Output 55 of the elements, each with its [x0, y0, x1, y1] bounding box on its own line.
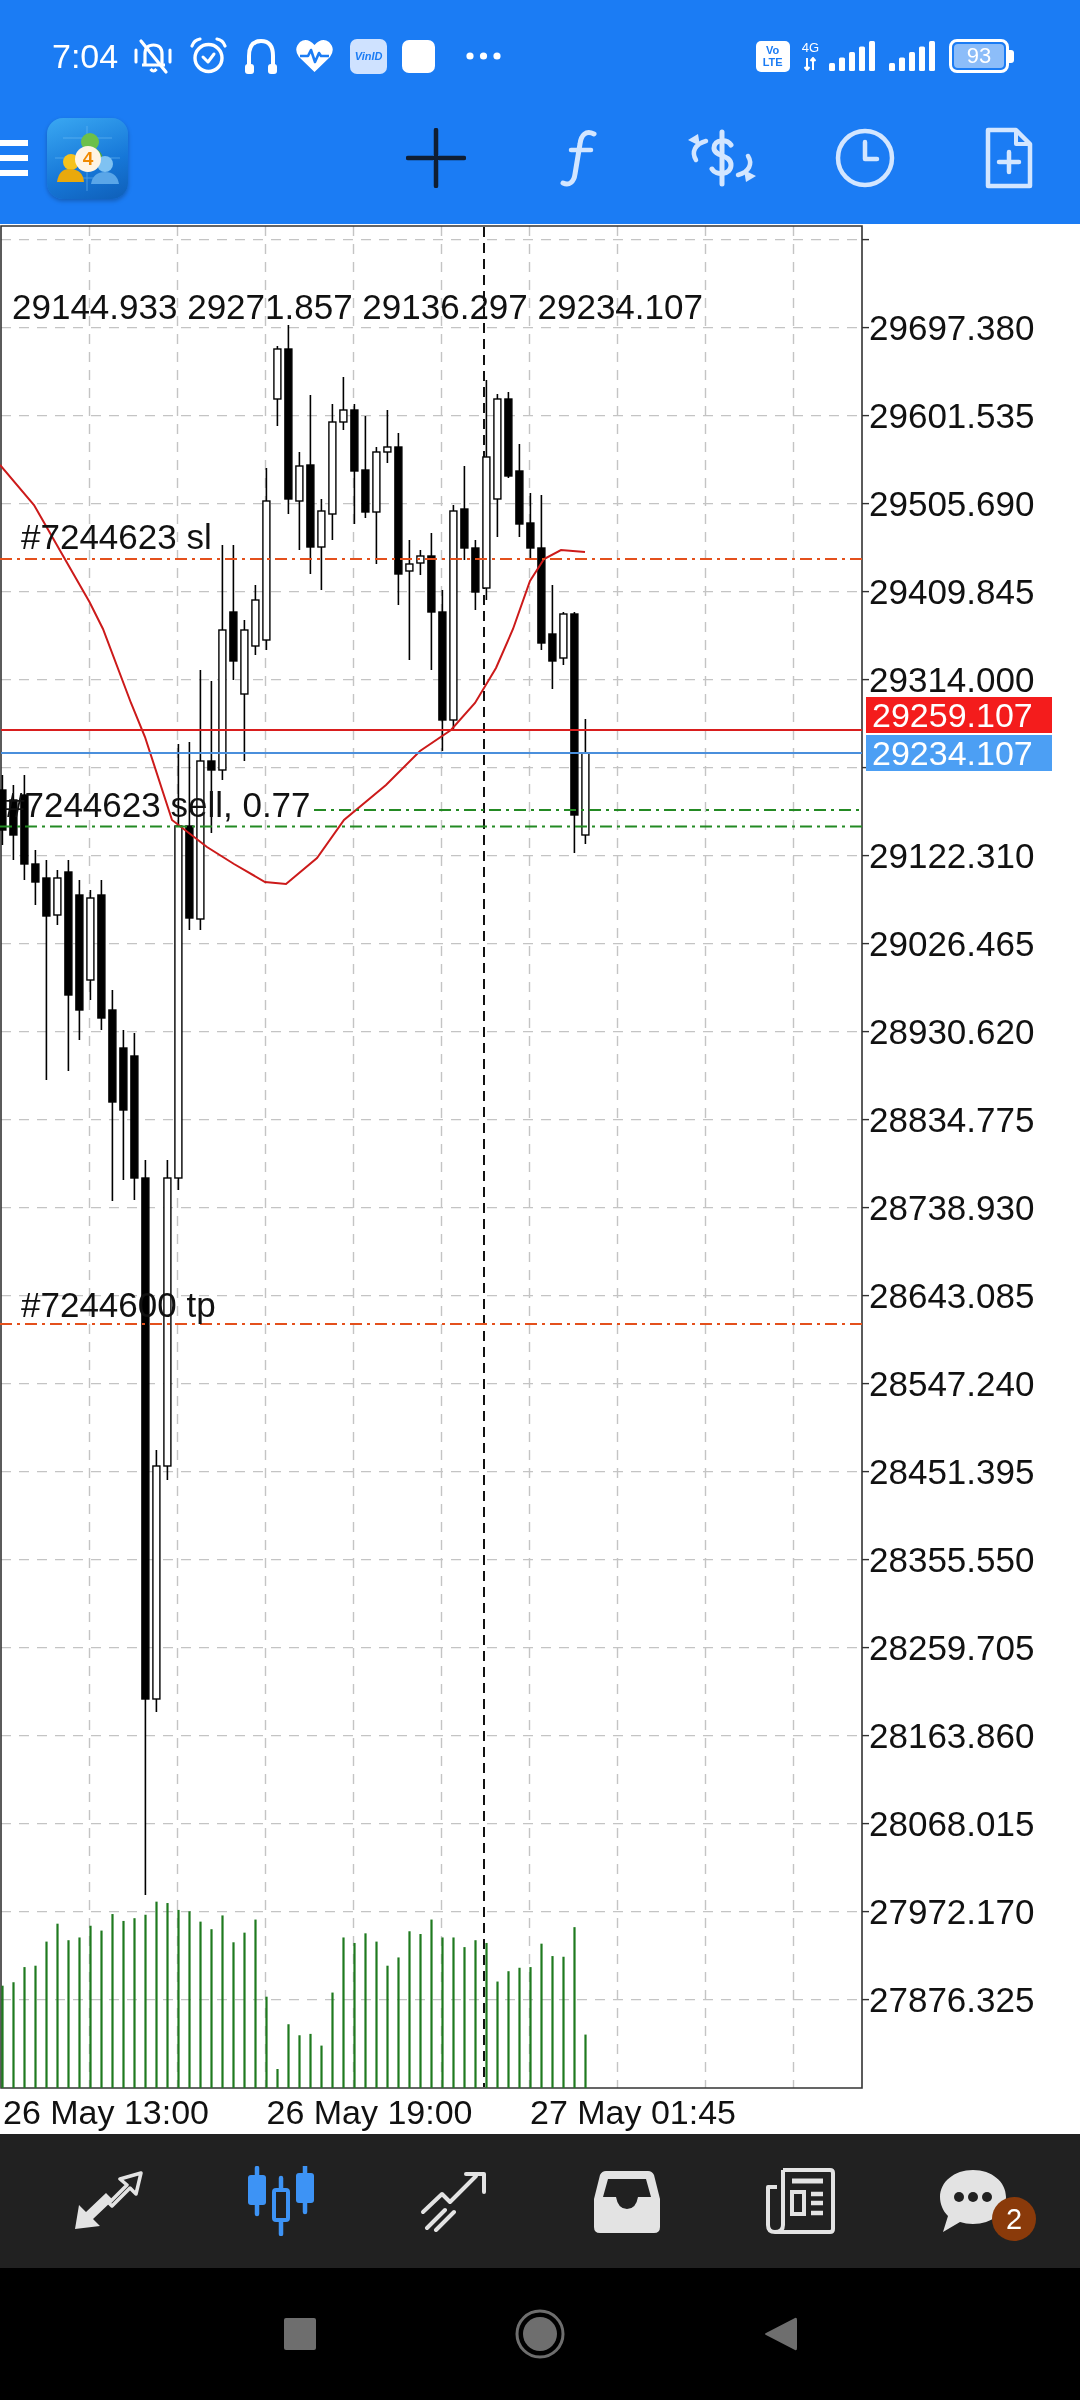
heart-pulse-icon [294, 38, 336, 74]
diagonal-arrows-icon[interactable] [72, 2171, 143, 2231]
candlestick-icon[interactable] [245, 2166, 316, 2236]
function-icon[interactable] [560, 128, 598, 188]
price-label: 28163.860 [869, 1715, 1035, 1756]
network-type-label: 4G [801, 41, 819, 55]
price-label: 29697.380 [869, 307, 1035, 348]
square-app-icon [402, 39, 436, 73]
status-time: 7:04 [52, 36, 119, 76]
dollar-exchange-icon[interactable] [686, 128, 758, 188]
time-label: 26 May 13:00 [3, 2092, 210, 2132]
price-label: 29314.000 [869, 659, 1035, 700]
price-label: 27972.170 [869, 1891, 1035, 1932]
muted-bell-icon [133, 36, 175, 76]
price-label: 29026.465 [869, 923, 1035, 964]
price-label: 28451.395 [869, 1451, 1035, 1492]
file-plus-icon[interactable] [983, 127, 1033, 189]
price-label: 28068.015 [869, 1803, 1035, 1844]
battery-indicator: 93 [949, 39, 1014, 73]
app-notification-logo: VinID [350, 38, 388, 74]
back-icon[interactable] [763, 2316, 797, 2352]
app-logo[interactable]: 4 [47, 117, 128, 199]
signal-strength-icon [889, 41, 937, 71]
price-label: 29505.690 [869, 483, 1035, 524]
signal-strength-icon [829, 41, 877, 71]
price-label: 28547.240 [869, 1363, 1035, 1404]
clock-icon[interactable] [835, 128, 895, 188]
ask-price-badge: 29259.107 [866, 697, 1052, 733]
price-label: 28738.930 [869, 1187, 1035, 1228]
price-label: 29601.535 [869, 395, 1035, 436]
alarm-clock-icon [189, 36, 229, 76]
price-label: 28834.775 [869, 1099, 1035, 1140]
price-label: 28259.705 [869, 1627, 1035, 1668]
ohlc-readout: 29144.933 29271.857 29136.297 29234.107 [12, 287, 703, 327]
data-arrows-icon [804, 57, 817, 71]
unread-count-badge: 2 [992, 2197, 1036, 2241]
menu-icon[interactable] [0, 140, 28, 176]
volte-badge: Vo LTE [755, 40, 790, 72]
price-label: 29122.310 [869, 835, 1035, 876]
price-label: 29409.845 [869, 571, 1035, 612]
headset-icon [243, 36, 280, 76]
crosshair-icon[interactable] [406, 128, 466, 188]
home-icon[interactable] [515, 2309, 565, 2359]
trend-lines-icon[interactable] [419, 2170, 488, 2232]
more-dots-icon [466, 52, 502, 60]
price-label: 27876.325 [869, 1979, 1035, 2020]
time-label: 26 May 19:00 [266, 2092, 473, 2132]
bid-price-badge: 29234.107 [866, 735, 1052, 771]
price-label: 28355.550 [869, 1539, 1035, 1580]
newspaper-icon[interactable] [764, 2167, 835, 2235]
time-label: 27 May 01:45 [530, 2092, 737, 2132]
price-label: 28930.620 [869, 1011, 1035, 1052]
inbox-tray-icon[interactable] [593, 2169, 660, 2233]
price-label: 28643.085 [869, 1275, 1035, 1316]
chat-bubble-icon[interactable] [938, 2168, 1007, 2234]
